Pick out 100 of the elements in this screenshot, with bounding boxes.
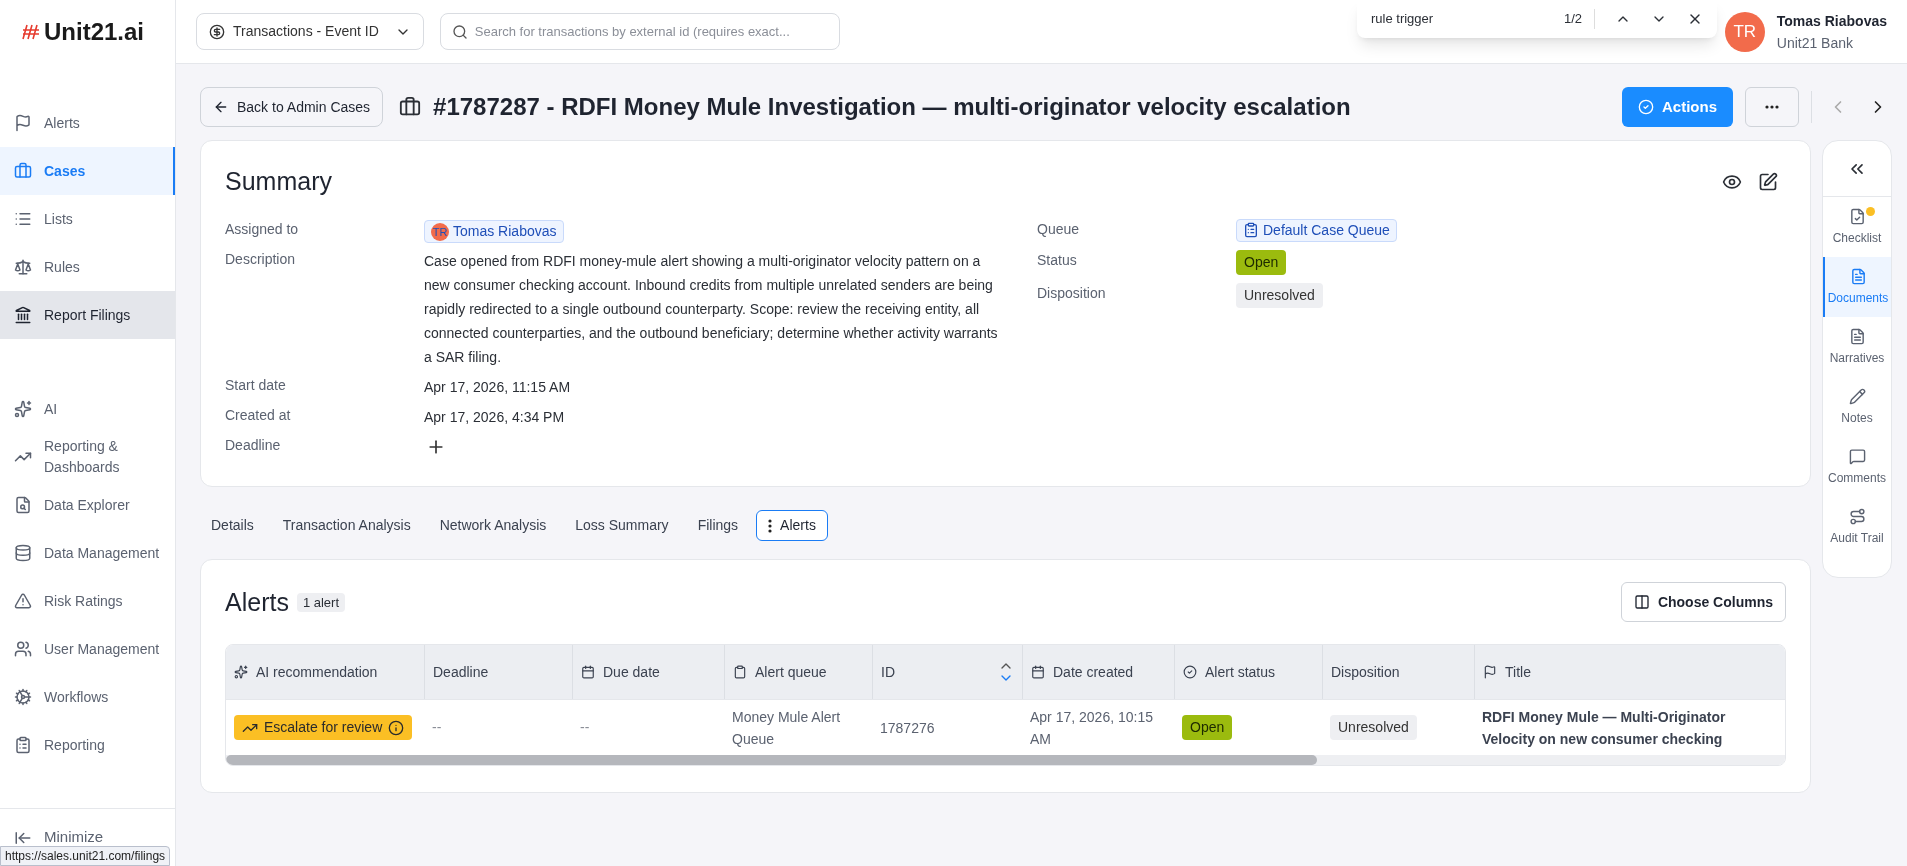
column-header[interactable]: Alert queue xyxy=(724,645,872,700)
calendar-icon xyxy=(1031,665,1045,680)
table-cell-text: -- xyxy=(432,718,442,738)
column-header[interactable]: Date created xyxy=(1022,645,1174,700)
check-circle-icon xyxy=(1638,99,1654,115)
search-field[interactable]: Search for transactions by external id (requires exact... xyxy=(439,13,840,50)
rail-item[interactable]: Checklist xyxy=(1823,197,1891,257)
field-label: Queue xyxy=(1037,219,1081,239)
drag-dots-icon xyxy=(768,518,773,533)
columns-icon xyxy=(1633,594,1650,611)
sidebar-item[interactable]: Data Management xyxy=(0,529,175,577)
back-button[interactable]: Back to Admin Cases xyxy=(200,87,384,127)
horizontal-scrollbar[interactable] xyxy=(226,755,1785,766)
flag-icon xyxy=(1483,665,1497,680)
alert-count: 1 alert xyxy=(296,592,346,612)
table-cell-text: Apr 17, 2026, 10:15 AM xyxy=(1030,707,1154,749)
field-value: Apr 17, 2026, 11:15 AM xyxy=(424,379,571,396)
sparkles-icon xyxy=(14,400,32,418)
find-query[interactable]: rule trigger xyxy=(1371,9,1552,29)
search-list-icon xyxy=(14,496,32,514)
sidebar-item[interactable]: Reporting & Dashboards xyxy=(0,433,175,481)
sidebar-item[interactable]: Report Filings xyxy=(0,291,175,339)
pencil-icon xyxy=(1848,387,1866,405)
dollar-icon xyxy=(209,23,225,40)
column-header[interactable]: Disposition xyxy=(1322,645,1474,700)
checklist-icon xyxy=(1848,207,1866,225)
slashes-icon xyxy=(22,23,40,41)
sidebar-item[interactable]: Alerts xyxy=(0,99,175,147)
users-icon xyxy=(14,640,32,658)
document-icon xyxy=(1849,267,1867,285)
list-icon xyxy=(14,210,32,228)
clipboard-icon xyxy=(1243,222,1259,238)
field-label: Start date xyxy=(225,376,287,396)
rail-item[interactable]: Narratives xyxy=(1823,317,1891,377)
tab[interactable]: Network Analysis xyxy=(428,510,558,542)
field-label: Status xyxy=(1037,250,1078,270)
field-value: Case opened from RDFI money-mule alert showing a multi-originator velocity pattern on a new consumer checking account. Inbound credits from multiple unrelated senders are being rapidly redirected to a single outbound counterparty. Scope: review the receiving entity, all connected counterparties, and the outbound beneficiary; determine whether activity warrants a SAR filing. xyxy=(424,253,998,366)
table-cell-text: 1787276 xyxy=(880,718,935,738)
warning-icon xyxy=(14,592,32,610)
column-header[interactable]: Due date xyxy=(572,645,724,700)
sidebar-item[interactable]: User Management xyxy=(0,625,175,673)
check-circle-icon xyxy=(1183,665,1197,680)
column-header[interactable]: Title xyxy=(1474,645,1785,700)
choose-columns-button[interactable]: Choose Columns xyxy=(1620,582,1786,623)
scale-icon xyxy=(14,258,32,276)
rail-item[interactable]: Comments xyxy=(1823,437,1891,497)
summary-title: Summary xyxy=(225,166,332,197)
flag-icon xyxy=(14,114,32,132)
info-icon xyxy=(388,719,405,736)
sidebar-item[interactable]: Cases xyxy=(0,147,175,195)
column-header[interactable]: Deadline xyxy=(424,645,572,700)
clipboard-icon xyxy=(733,665,747,680)
disposition-tag: Unresolved xyxy=(1330,715,1417,741)
edit-icon[interactable] xyxy=(1758,171,1778,192)
alerts-title: Alerts xyxy=(225,586,289,618)
sidebar-item[interactable]: Rules xyxy=(0,243,175,291)
rail-item[interactable]: Notes xyxy=(1823,377,1891,437)
organization-name: Unit21 Bank xyxy=(1776,33,1855,53)
user-name: Tomas Riabovas xyxy=(1776,11,1887,31)
sidebar-item[interactable]: Reporting xyxy=(0,721,175,769)
status-badge: Open xyxy=(1236,249,1287,275)
search-type-dropdown[interactable]: Transactions - Event ID xyxy=(196,13,424,50)
tab[interactable]: Filings xyxy=(686,510,750,542)
column-header[interactable]: Alert status xyxy=(1174,645,1322,700)
rail-item[interactable]: Audit Trail xyxy=(1823,497,1891,557)
sidebar-item[interactable]: Workflows xyxy=(0,673,175,721)
sidebar-item[interactable]: Data Explorer xyxy=(0,481,175,529)
table-cell-text: Money Mule Alert Queue xyxy=(732,707,842,749)
more-icon xyxy=(1765,105,1779,109)
briefcase-icon xyxy=(399,96,422,118)
tab[interactable]: Details xyxy=(200,510,265,542)
database-icon xyxy=(14,544,32,562)
status-badge: Open xyxy=(1182,715,1233,741)
sidebar-item[interactable]: Risk Ratings xyxy=(0,577,175,625)
minimize-button[interactable]: Minimize xyxy=(14,826,104,849)
sidebar-item[interactable]: AI xyxy=(0,385,175,433)
field-label: Deadline xyxy=(225,436,282,456)
field-label: Disposition xyxy=(1037,283,1107,303)
field-label: Assigned to xyxy=(225,219,300,239)
queue-chip[interactable]: Default Case Queue xyxy=(1236,218,1397,242)
match-count: 1/2 xyxy=(1563,9,1595,29)
column-header[interactable]: ID xyxy=(872,645,1022,700)
sidebar-item[interactable]: Lists xyxy=(0,195,175,243)
rail-item[interactable]: Documents xyxy=(1823,257,1891,317)
tab[interactable]: Transaction Analysis xyxy=(271,510,422,542)
bank-icon xyxy=(14,306,32,324)
link-url-tooltip: https://sales.unit21.com/filings xyxy=(0,846,171,866)
tab[interactable]: Loss Summary xyxy=(564,510,680,542)
cog-icon xyxy=(14,688,32,706)
disposition-tag: Unresolved xyxy=(1236,282,1323,308)
document-icon xyxy=(1848,327,1866,345)
column-header[interactable]: AI recommendation xyxy=(226,645,424,700)
search-icon xyxy=(451,24,468,40)
table-cell-text: RDFI Money Mule — Multi-Originator Velocity on new consumer checking xyxy=(1482,707,1727,749)
tab[interactable]: Alerts xyxy=(756,510,828,542)
brand-logo[interactable]: Unit21.ai xyxy=(22,14,145,50)
field-label: Description xyxy=(225,250,297,270)
briefcase-icon xyxy=(14,162,32,180)
table-cell-text: -- xyxy=(580,718,590,738)
assignee-chip[interactable]: TR Tomas Riabovas xyxy=(424,220,564,244)
